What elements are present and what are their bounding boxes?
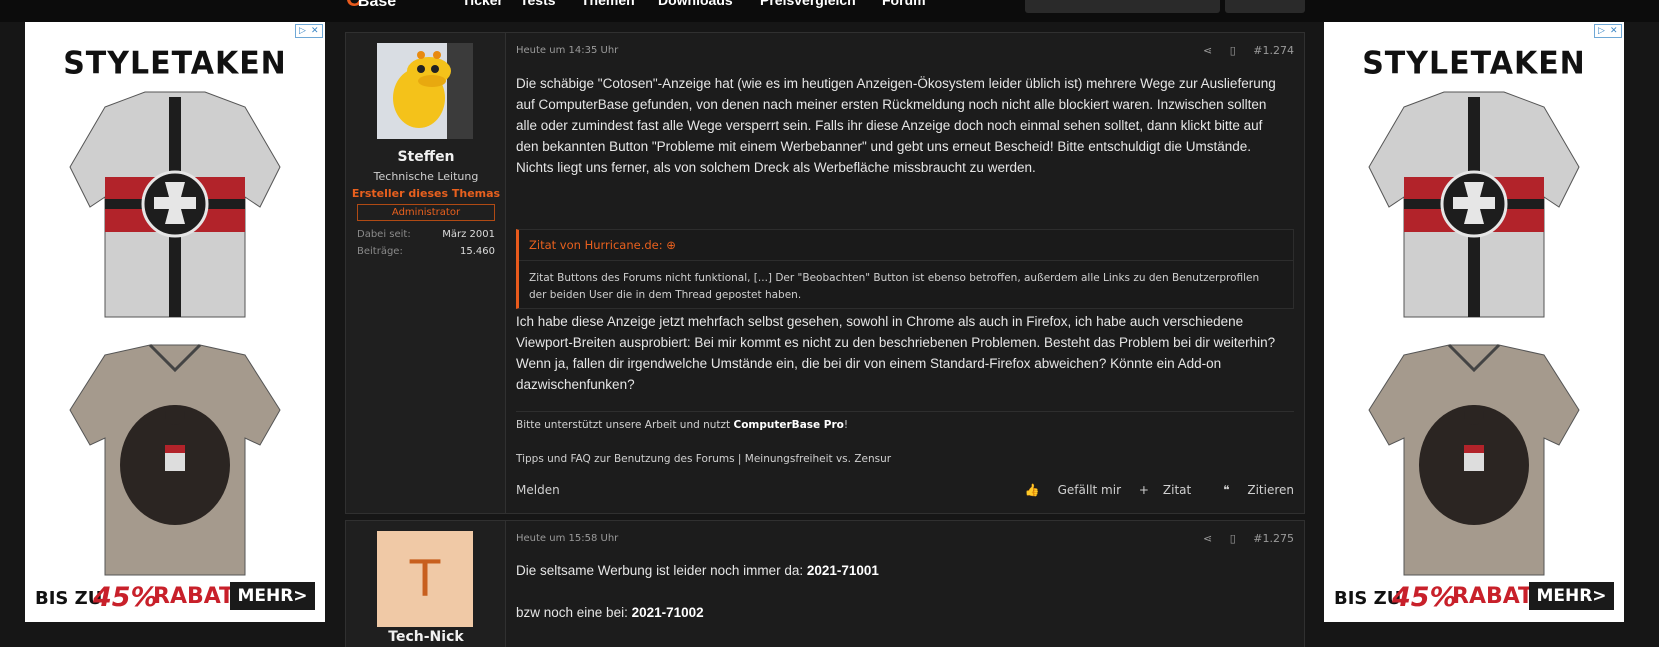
post-text: Die seltsame Werbung ist leider noch imm… — [516, 563, 879, 578]
nav-item-downloads[interactable]: Downloads — [658, 0, 733, 8]
username[interactable]: Tech-Nick — [346, 629, 506, 645]
user-title: Technische Leitung — [373, 170, 479, 183]
signature-line-1: Bitte unterstützt unsere Arbeit und nutz… — [516, 419, 849, 431]
share-icon[interactable]: ⋖ — [1203, 532, 1212, 545]
reply-quote-button[interactable]: ❝ Zitieren — [1209, 483, 1294, 497]
user-panel: Steffen Technische Leitung Ersteller die… — [346, 33, 506, 513]
ad-offer: BIS ZU 45% RABATT MEHR> — [33, 580, 317, 613]
post-timestamp[interactable]: Heute um 14:35 Uhr — [516, 45, 618, 56]
post-timestamp[interactable]: Heute um 15:58 Uhr — [516, 533, 618, 544]
forum-post: T Tech-Nick Heute um 15:58 Uhr ⋖ ▯ #1.27… — [345, 520, 1305, 647]
ad-shirt-image-2 — [1368, 343, 1580, 576]
bookmark-icon[interactable]: ▯ — [1230, 532, 1236, 545]
ad-offer: BIS ZU 45% RABATT MEHR> — [1332, 580, 1616, 613]
quote-text: Zitat Buttons des Forums nicht funktiona… — [529, 272, 1260, 301]
ad-brand: STYLETAKEN — [1362, 45, 1586, 82]
post-content: Heute um 15:58 Uhr ⋖ ▯ #1.275 Die seltsa… — [506, 521, 1304, 647]
ad-more-button[interactable]: MEHR> — [230, 582, 315, 610]
quote-header[interactable]: Zitat von Hurricane.de: ⊕ — [529, 238, 676, 252]
nav-item-tests[interactable]: Tests — [520, 0, 556, 8]
post-number[interactable]: #1.274 — [1253, 44, 1294, 57]
like-button[interactable]: 👍 Gefällt mir — [1011, 483, 1121, 497]
arrow-up-circle-icon: ⊕ — [666, 238, 676, 252]
user-avatar[interactable]: T — [377, 531, 473, 627]
meinungsfreiheit-link[interactable]: Meinungsfreiheit vs. Zensur — [745, 453, 891, 465]
faq-link[interactable]: Tipps und FAQ zur Benutzung des Forums — [516, 453, 735, 465]
thumbs-up-icon: 👍 — [1024, 483, 1040, 497]
ad-brand: STYLETAKEN — [63, 45, 287, 82]
user-menu[interactable] — [1025, 0, 1220, 13]
nav-item-preisvergleich[interactable]: Preisvergleich — [760, 0, 856, 8]
signature-divider — [516, 411, 1294, 412]
user-stat-joined: Dabei seit: März 2001 — [357, 229, 495, 240]
adchoices-icon[interactable]: ▷ ✕ — [295, 24, 323, 38]
bookmark-icon[interactable]: ▯ — [1230, 44, 1236, 57]
quote-add-button[interactable]: + Zitat — [1139, 483, 1191, 497]
ad-banner-right[interactable]: ▷ ✕ STYLETAKEN BIS ZU 45% RABATT MEHR> — [1324, 22, 1624, 622]
adchoices-icon[interactable]: ▷ ✕ — [1594, 24, 1622, 38]
nav-item-themen[interactable]: Themen — [581, 0, 635, 8]
ad-banner-left[interactable]: ▷ ✕ STYLETAKEN BIS ZU 45% RABATT MEHR> — [25, 22, 325, 622]
computerbase-pro-link[interactable]: ComputerBase Pro — [734, 419, 844, 431]
post-tools: ⋖ ▯ #1.274 — [1189, 44, 1294, 57]
forum-post: Steffen Technische Leitung Ersteller die… — [345, 32, 1305, 514]
user-panel: T Tech-Nick — [346, 521, 506, 647]
post-text: Die schäbige "Cotosen"-Anzeige hat (wie … — [516, 76, 1276, 175]
nav-item-forum[interactable]: Forum — [882, 0, 926, 8]
post-content: Heute um 14:35 Uhr ⋖ ▯ #1.274 Die schäbi… — [506, 33, 1304, 513]
user-avatar[interactable] — [377, 43, 473, 139]
thread-opener-label: Ersteller dieses Themas — [351, 187, 501, 200]
user-stat-posts: Beiträge: 15.460 — [357, 246, 495, 257]
quote-icon: ❝ — [1223, 483, 1230, 497]
post-actions: 👍 Gefällt mir + Zitat ❝ Zitieren — [997, 483, 1294, 497]
username[interactable]: Steffen — [346, 149, 506, 165]
top-navbar: CBase Ticker Tests Themen Downloads Prei… — [0, 0, 1659, 22]
quote-divider — [519, 260, 1293, 261]
post-text-2: bzw noch eine bei: 2021-71002 — [516, 605, 704, 620]
ad-shirt-image-1 — [1368, 91, 1580, 318]
ad-shirt-image-1 — [69, 91, 281, 318]
ad-more-button[interactable]: MEHR> — [1529, 582, 1614, 610]
signature-line-2: Tipps und FAQ zur Benutzung des Forums |… — [516, 453, 892, 465]
nav-item-ticker[interactable]: Ticker — [462, 0, 503, 8]
share-icon[interactable]: ⋖ — [1203, 44, 1212, 57]
post-number[interactable]: #1.275 — [1253, 532, 1294, 545]
quote-block: Zitat von Hurricane.de: ⊕ Zitat Buttons … — [516, 229, 1294, 309]
site-logo[interactable]: CBase — [346, 0, 396, 12]
post-text-2: Ich habe diese Anzeige jetzt mehrfach se… — [516, 314, 1276, 392]
report-button[interactable]: Melden — [516, 483, 560, 497]
post-tools: ⋖ ▯ #1.275 — [1189, 532, 1294, 545]
role-badge: Administrator — [357, 204, 495, 221]
search-button[interactable] — [1225, 0, 1305, 13]
ad-shirt-image-2 — [69, 343, 281, 576]
